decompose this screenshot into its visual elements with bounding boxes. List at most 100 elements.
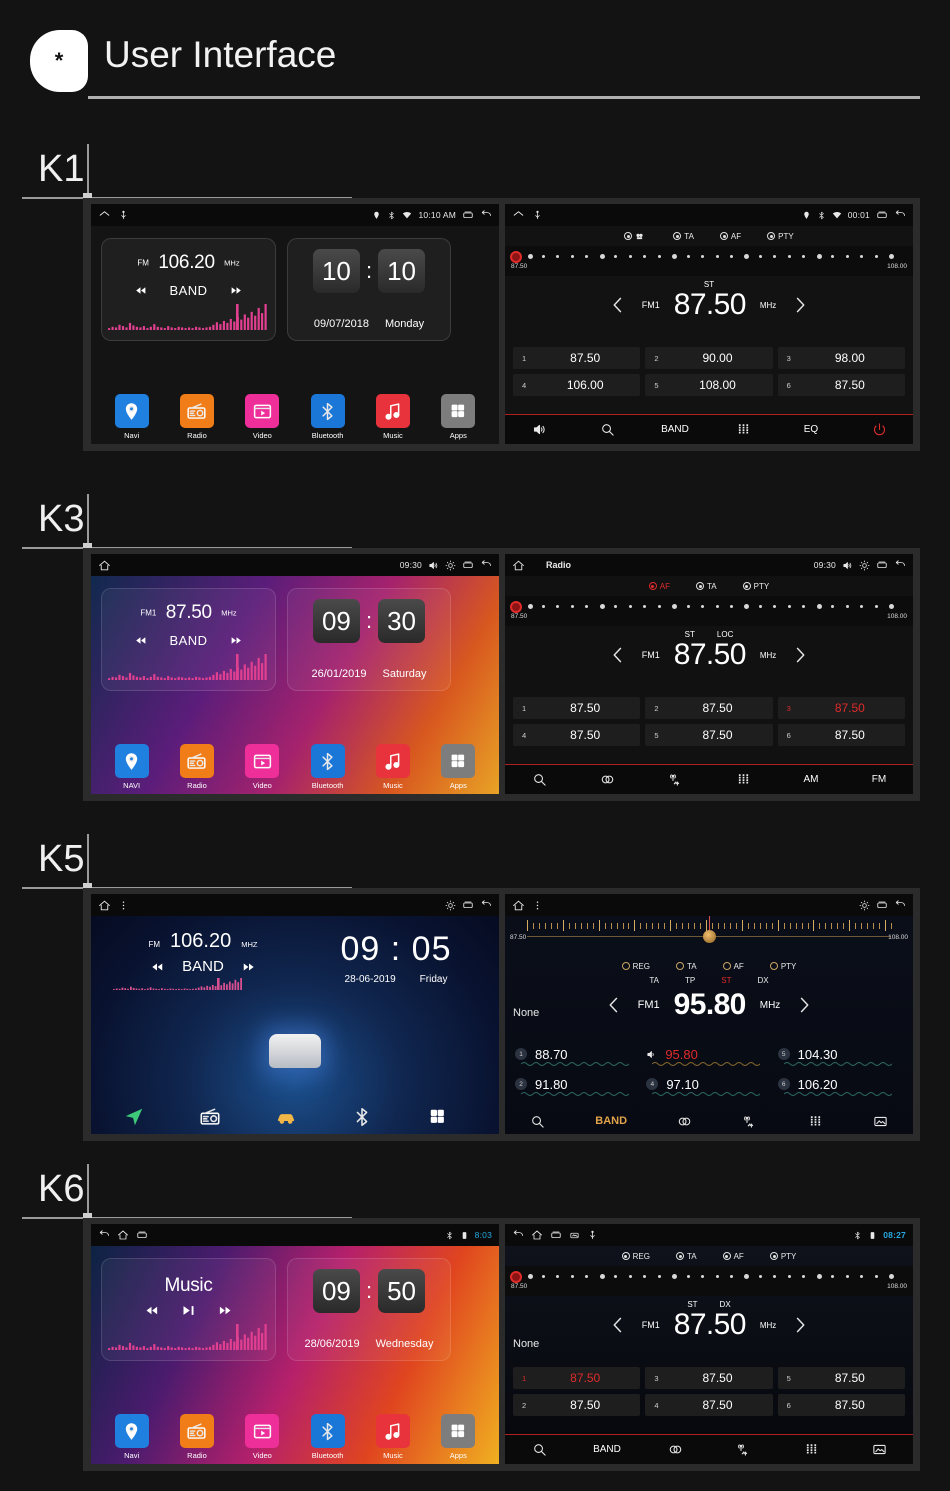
radio-widget[interactable]: FM 106.20 MHz BAND (101, 238, 276, 341)
rds-af-toggle[interactable]: AF (722, 1252, 744, 1261)
dock-item-navi[interactable]: NAVI (109, 744, 155, 790)
preset-button[interactable]: 5 87.50 (645, 724, 773, 746)
am-button[interactable]: AM (796, 774, 826, 785)
preset-button[interactable]: 6 106.20 (777, 1069, 903, 1099)
chevron-right-icon[interactable] (790, 645, 810, 665)
back-icon[interactable] (98, 1229, 110, 1241)
next-station-button[interactable] (230, 284, 243, 297)
dx-loc-icon[interactable] (660, 772, 690, 787)
clock-widget[interactable]: 10 : 10 09/07/2018 Monday (287, 238, 451, 341)
next-station-button[interactable] (230, 634, 243, 647)
dock-item-navi[interactable]: Navi (109, 394, 155, 440)
dx-loc-icon[interactable] (742, 1114, 757, 1129)
rds-af-toggle[interactable]: AF (648, 582, 670, 591)
search-icon[interactable] (524, 772, 554, 787)
home-outline[interactable] (512, 209, 525, 222)
tuner-strip[interactable]: 87.50 108.00 (505, 246, 913, 276)
preset-button[interactable]: 6 87.50 (777, 1394, 905, 1416)
preset-button[interactable]: 2 91.80 (515, 1069, 640, 1099)
dock-item-navigation-arrow-icon[interactable] (123, 1106, 163, 1128)
dock-item-music[interactable]: Music (370, 394, 416, 440)
dock-item-navi[interactable]: Navi (109, 1414, 155, 1460)
preset-button[interactable]: 4 87.50 (645, 1394, 773, 1416)
dock-item-car-icon[interactable] (275, 1106, 315, 1128)
chevron-right-icon[interactable] (790, 1315, 810, 1335)
search-icon[interactable] (592, 422, 622, 437)
keypad-icon[interactable] (728, 422, 758, 437)
dock-item-bluetooth-icon[interactable] (351, 1106, 391, 1128)
brightness-icon[interactable] (859, 900, 870, 911)
rds-ta-toggle[interactable]: TA (696, 582, 717, 591)
rds-reg-icon-toggle[interactable] (624, 232, 647, 241)
preset-button[interactable]: 6 87.50 (777, 374, 905, 396)
next-station-button[interactable] (242, 960, 256, 974)
power-icon[interactable] (864, 422, 894, 437)
rds-pty-toggle[interactable]: PTY (767, 232, 794, 241)
brightness-icon[interactable] (445, 560, 456, 571)
overflow-menu-icon[interactable] (532, 900, 543, 911)
band-button[interactable]: BAND (182, 958, 224, 975)
clock-widget[interactable]: 09 : 30 26/01/2019 Saturday (287, 588, 451, 691)
dock-item-apps-grid-icon[interactable] (427, 1106, 467, 1128)
keypad-icon[interactable] (796, 1442, 826, 1457)
preset-button[interactable]: 2 87.50 (513, 1394, 641, 1416)
screenshot-icon[interactable] (569, 1230, 580, 1241)
volume-icon[interactable] (524, 422, 554, 437)
recents-icon[interactable] (876, 209, 888, 221)
dock-item-music[interactable]: Music (370, 744, 416, 790)
preset-button[interactable]: 1 87.50 (513, 1367, 641, 1389)
keypad-icon[interactable] (808, 1114, 823, 1129)
tuner-scale[interactable]: 87.50 108.00 (505, 916, 913, 956)
dock-item-bluetooth[interactable]: Bluetooth (305, 1414, 351, 1460)
rds-pty-toggle[interactable]: PTY (742, 582, 769, 591)
preset-button[interactable]: 95.80 (646, 1039, 771, 1069)
band-button[interactable]: BAND (592, 1444, 622, 1455)
dock-item-apps[interactable]: Apps (435, 1414, 481, 1460)
dock-item-radio-icon[interactable] (199, 1106, 239, 1128)
tuner-cursor[interactable] (510, 251, 522, 263)
dx-loc-icon[interactable] (728, 1442, 758, 1457)
chevron-right-icon[interactable] (794, 995, 814, 1015)
rds-pty-toggle[interactable]: PTY (769, 1252, 796, 1261)
preset-button[interactable]: 3 87.50 (645, 1367, 773, 1389)
prev-station-button[interactable] (134, 284, 147, 297)
home-icon[interactable] (98, 899, 111, 912)
media-widget[interactable]: Music (101, 1258, 276, 1361)
band-button[interactable]: BAND (660, 424, 690, 435)
band-button[interactable]: BAND (169, 633, 207, 648)
stereo-icon[interactable] (677, 1114, 692, 1129)
recents-icon[interactable] (462, 899, 474, 911)
eq-button[interactable]: EQ (796, 424, 826, 435)
back-icon[interactable] (512, 1229, 524, 1241)
stereo-icon[interactable] (592, 772, 622, 787)
next-icon[interactable] (218, 1303, 233, 1318)
back-icon[interactable] (480, 209, 492, 221)
home-outline[interactable] (98, 209, 111, 222)
dock-item-radio[interactable]: Radio (174, 744, 220, 790)
preset-button[interactable]: 2 90.00 (645, 347, 773, 369)
dock-item-radio[interactable]: Radio (174, 1414, 220, 1460)
fm-button[interactable]: FM (864, 774, 894, 785)
keypad-icon[interactable] (728, 772, 758, 787)
stereo-icon[interactable] (660, 1442, 690, 1457)
preset-button[interactable]: 1 87.50 (513, 347, 641, 369)
preset-button[interactable]: 3 98.00 (777, 347, 905, 369)
brightness-icon[interactable] (859, 560, 870, 571)
dock-item-apps[interactable]: Apps (435, 394, 481, 440)
back-icon[interactable] (894, 899, 906, 911)
dock-item-bluetooth[interactable]: Bluetooth (305, 394, 351, 440)
tuner-strip[interactable]: 87.50 108.00 (505, 596, 913, 626)
preset-button[interactable]: 1 88.70 (515, 1039, 640, 1069)
band-button[interactable]: BAND (595, 1115, 627, 1127)
dock-item-radio[interactable]: Radio (174, 394, 220, 440)
chevron-right-icon[interactable] (790, 295, 810, 315)
recents-icon[interactable] (462, 559, 474, 571)
preset-button[interactable]: 1 87.50 (513, 697, 641, 719)
recents-icon[interactable] (462, 209, 474, 221)
preset-button[interactable]: 4 87.50 (513, 724, 641, 746)
preset-button[interactable]: 5 104.30 (777, 1039, 903, 1069)
preset-button[interactable]: 4 97.10 (646, 1069, 771, 1099)
preset-button[interactable]: 6 87.50 (777, 724, 905, 746)
home-icon[interactable] (98, 559, 111, 572)
band-button[interactable]: BAND (169, 283, 207, 298)
